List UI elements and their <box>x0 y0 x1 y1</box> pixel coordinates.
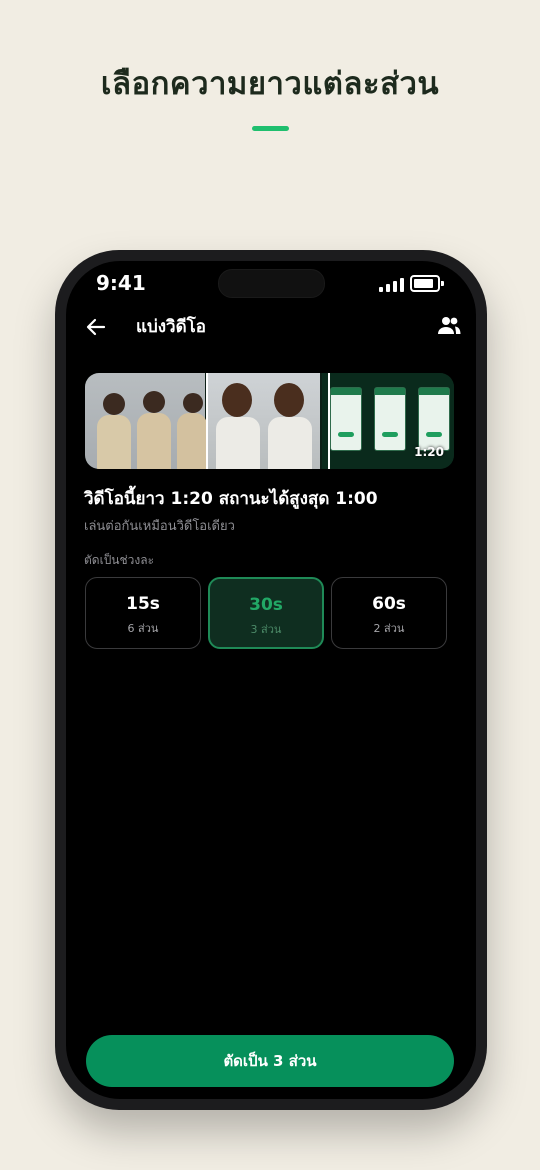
nav-title: แบ่งวิดีโอ <box>136 317 206 337</box>
option-count: 6 ส่วน <box>127 622 159 635</box>
dynamic-island <box>218 269 325 298</box>
video-length-info: วิดีโอนี้ยาว 1:20 สถานะได้สูงสุด 1:00 <box>84 489 378 509</box>
segment-length-label: ตัดเป็นช่วงละ <box>84 553 155 567</box>
option-count: 3 ส่วน <box>250 623 282 636</box>
arrow-left-icon[interactable] <box>84 315 108 339</box>
segment-options: 15s 6 ส่วน 30s 3 ส่วน 60s 2 ส่วน <box>85 577 457 651</box>
option-60s[interactable]: 60s 2 ส่วน <box>331 577 447 649</box>
option-value: 15s <box>126 594 160 614</box>
video-length-subtitle: เล่นต่อกันเหมือนวิดีโอเดียว <box>84 519 235 534</box>
video-timeline[interactable]: 1:20 <box>85 373 454 469</box>
battery-icon <box>410 275 444 292</box>
accent-underline <box>252 126 289 131</box>
segment-divider[interactable] <box>328 373 330 469</box>
split-button[interactable]: ตัดเป็น 3 ส่วน <box>86 1035 454 1087</box>
option-15s[interactable]: 15s 6 ส่วน <box>85 577 201 649</box>
group-icon[interactable] <box>436 313 462 339</box>
status-time: 9:41 <box>96 271 146 295</box>
signal-icon <box>379 278 404 292</box>
option-30s[interactable]: 30s 3 ส่วน <box>208 577 324 649</box>
option-value: 60s <box>372 594 406 614</box>
clip-thumbnail-2 <box>208 373 320 469</box>
timeline-duration: 1:20 <box>414 445 444 459</box>
option-value: 30s <box>249 595 283 615</box>
clip-thumbnail-1 <box>85 373 207 469</box>
segment-divider[interactable] <box>206 373 208 469</box>
option-count: 2 ส่วน <box>373 622 405 635</box>
phone-screen: 9:41 แบ่งวิดีโอ 1:20 วิดีโอนี้ยาว 1:20 ส… <box>66 261 476 1099</box>
phone-frame: 9:41 แบ่งวิดีโอ 1:20 วิดีโอนี้ยาว 1:20 ส… <box>55 250 487 1110</box>
page-headline: เลือกความยาวแต่ละส่วน <box>100 66 440 102</box>
